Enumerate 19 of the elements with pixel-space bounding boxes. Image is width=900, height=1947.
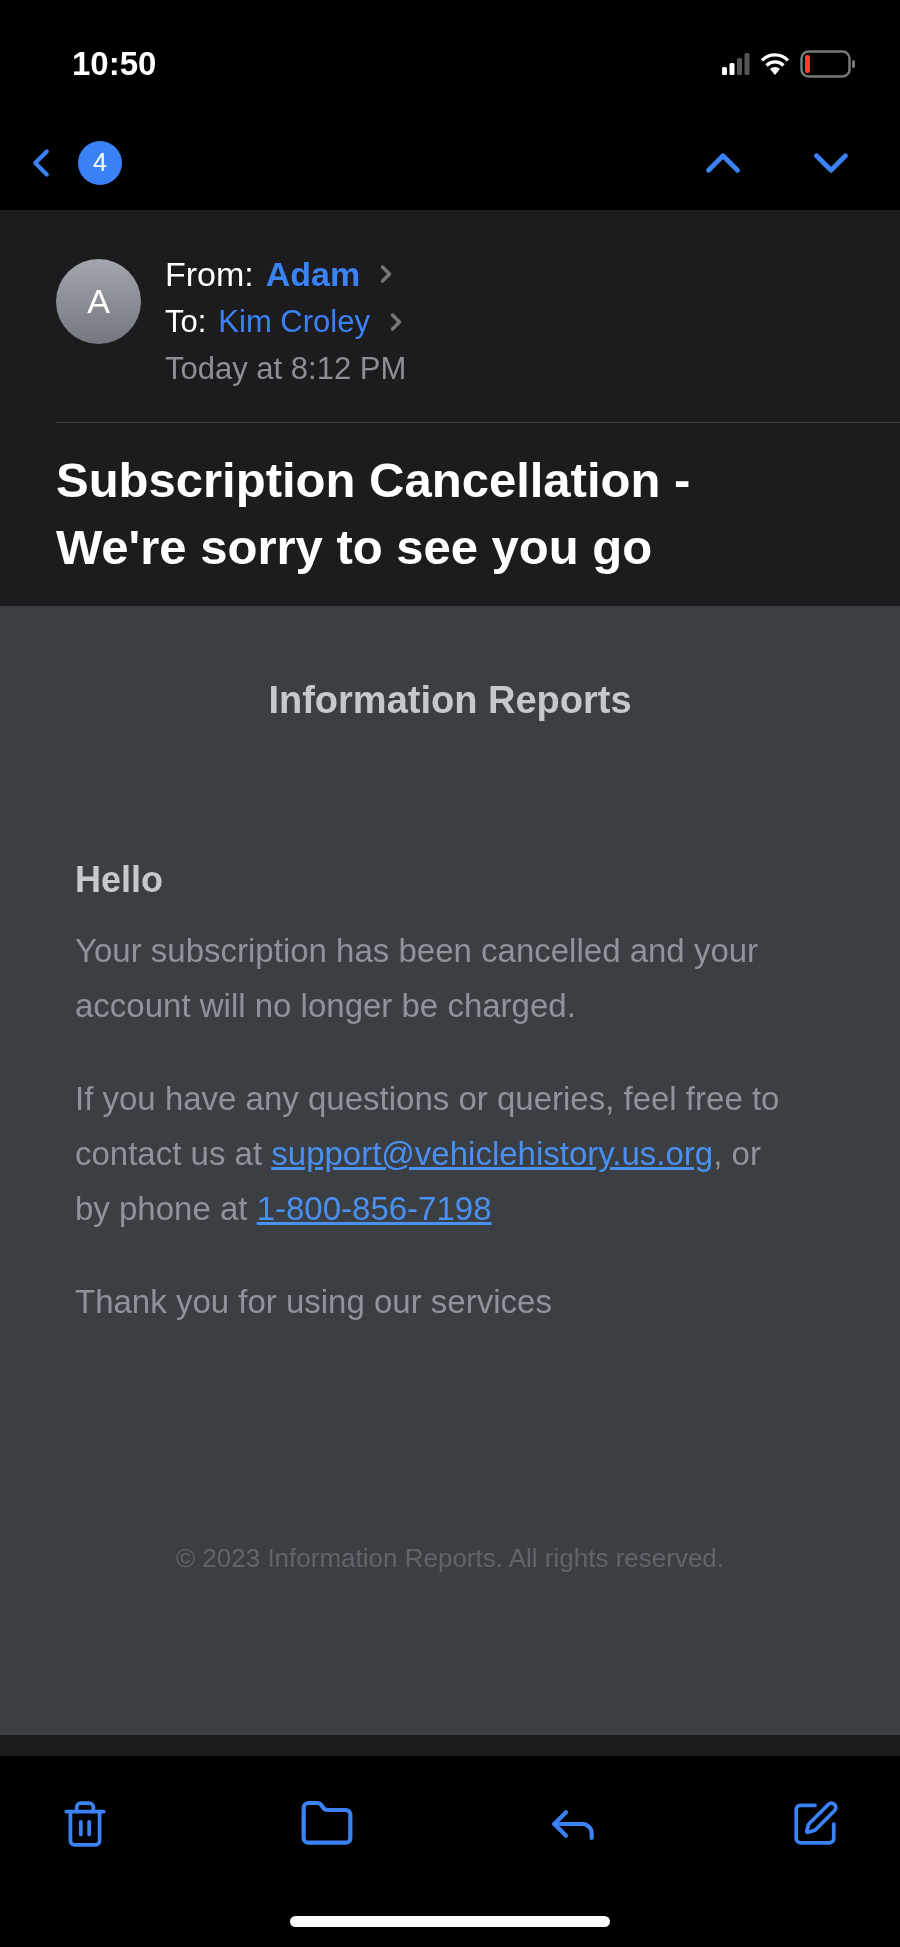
message-subject: Subscription Cancellation - We're sorry to see you go <box>56 452 692 576</box>
sender-avatar: A <box>56 259 141 344</box>
body-paragraph: If you have any questions or queries, feel free to contact us at support@vehiclehistory.us.org, or by phone at 1-800-856-7198 <box>75 1079 781 1229</box>
message-date: Today at 8:12 PM <box>165 349 408 388</box>
signal-icon <box>722 52 750 75</box>
recipient-name[interactable]: Kim Croley <box>218 298 370 346</box>
greeting: Hello <box>75 858 164 902</box>
to-label: To: <box>165 302 207 341</box>
body-paragraph: Your subscription has been cancelled and your account will no longer be charged. <box>75 931 760 1026</box>
body-link[interactable]: support@vehiclehistory.us.org <box>271 1135 714 1172</box>
wifi-icon <box>760 52 790 75</box>
status-time: 10:50 <box>72 43 157 84</box>
body-link[interactable]: 1-800-856-7198 <box>256 1190 492 1227</box>
battery-icon <box>800 49 856 78</box>
sender-name[interactable]: Adam <box>265 248 361 300</box>
from-label: From: <box>165 253 254 295</box>
brand-title: Information Reports <box>268 678 632 723</box>
unread-count-badge: 4 <box>78 140 122 185</box>
body-paragraph: Thank you for using our services <box>75 1282 553 1322</box>
